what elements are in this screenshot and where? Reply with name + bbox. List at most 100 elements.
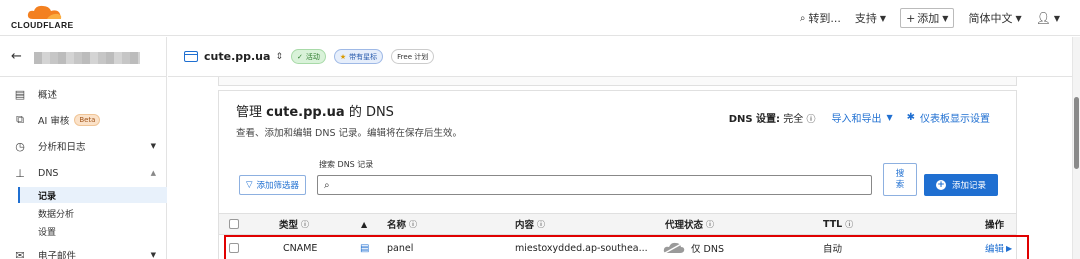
edit-record-link[interactable]: 编辑 ▶	[985, 236, 1012, 259]
column-proxy-status[interactable]: 代理状态 ⓘ	[665, 214, 714, 234]
gear-icon: ✱	[906, 112, 915, 123]
subitem-label: 设置	[38, 227, 57, 238]
top-bar: CLOUDFLARE ⌕ 转到... 支持 ▼ + 添加 ▼ 简体中文 ▼ 👤︎…	[0, 0, 1080, 36]
title-prefix: 管理	[236, 105, 263, 120]
sidebar-item-dns[interactable]: ⊥ DNS ▲	[0, 161, 167, 185]
info-icon: ⓘ	[845, 219, 854, 229]
search-label: 搜索 DNS 记录	[319, 160, 374, 169]
domain-switcher-icon[interactable]: ⇕	[275, 52, 283, 62]
star-icon: ★	[339, 52, 347, 61]
search-field[interactable]: ⌕	[317, 175, 872, 195]
sidebar-item-analytics[interactable]: ◷ 分析和日志 ▼	[0, 134, 167, 158]
browser-window-icon	[184, 51, 198, 62]
document-icon: ▤	[14, 87, 26, 101]
record-content: miestoxydded.ap-southea...	[515, 242, 648, 254]
scrollbar-thumb[interactable]	[1074, 97, 1079, 169]
support-label: 支持	[854, 12, 877, 25]
column-type[interactable]: 类型 ⓘ	[279, 214, 309, 234]
account-back-row[interactable]: ←	[0, 37, 167, 77]
sidebar-subitem-records[interactable]: 记录	[18, 187, 167, 203]
sidebar-item-ai-audit[interactable]: ⧉ AI 审核 Beta	[0, 108, 167, 132]
plus-icon: +	[906, 11, 916, 25]
row-checkbox[interactable]	[229, 236, 239, 259]
add-filter-label: 添加筛选器	[256, 181, 300, 191]
add-record-button[interactable]: + 添加记录	[924, 174, 998, 196]
language-menu[interactable]: 简体中文 ▼	[968, 10, 1021, 26]
caret-down-icon: ▼	[150, 251, 156, 259]
column-ttl[interactable]: TTL ⓘ	[823, 214, 853, 234]
caret-right-icon: ▶	[1006, 243, 1013, 253]
caret-up-icon: ▲	[150, 169, 156, 177]
dashboard-settings-label: 仪表板显示设置	[920, 114, 990, 125]
sidebar-item-label: 电子邮件	[38, 251, 77, 259]
column-label: 内容	[515, 220, 535, 231]
previous-card-edge	[218, 77, 1017, 86]
column-content[interactable]: 内容 ⓘ	[515, 214, 545, 234]
column-label: 操作	[985, 220, 1005, 231]
account-name-blurred	[34, 52, 140, 64]
filter-icon: ▽	[246, 180, 253, 190]
sidebar: ← ▤ 概述 ⧉ AI 审核 Beta ◷ 分析和日志 ▼ ⊥ DNS ▲ 记录…	[0, 37, 167, 259]
comment-icon[interactable]: ▤	[360, 236, 369, 259]
goto-button[interactable]: ⌕ 转到...	[800, 10, 841, 26]
table-row[interactable]: CNAME ▤ panel miestoxydded.ap-southea...…	[219, 236, 1016, 259]
user-menu[interactable]: 👤︎ ▼	[1036, 11, 1060, 25]
select-all-checkbox[interactable]	[229, 214, 239, 234]
card-title: 管理 cute.pp.ua 的 DNS	[236, 101, 394, 120]
sidebar-item-label: AI 审核	[38, 116, 70, 127]
user-icon: 👤︎	[1035, 11, 1051, 25]
check-icon: ✓	[296, 52, 303, 61]
record-type: CNAME	[283, 242, 318, 254]
caret-down-icon: ▼	[886, 113, 893, 122]
add-filter-button[interactable]: ▽ 添加筛选器	[239, 175, 307, 195]
column-label: TTL	[823, 218, 843, 230]
info-icon: ⓘ	[806, 115, 816, 125]
caret-down-icon: ▼	[879, 13, 887, 23]
search-icon: ⌕	[324, 179, 330, 191]
proxy-status: 仅 DNS	[663, 236, 724, 259]
record-ttl: 自动	[823, 244, 843, 255]
email-icon: ✉	[15, 248, 25, 259]
caret-down-icon: ▼	[150, 142, 156, 150]
sidebar-subitem-settings[interactable]: 设置	[18, 223, 167, 239]
logo-wordmark: CLOUDFLARE	[11, 20, 74, 30]
add-menu-button[interactable]: + 添加 ▼	[900, 8, 955, 28]
dashboard-display-settings[interactable]: ✱ 仪表板显示设置	[907, 110, 990, 125]
sidebar-item-email[interactable]: ✉ 电子邮件 ▼	[0, 243, 167, 259]
info-icon: ⓘ	[537, 219, 546, 229]
analytics-icon: ◷	[15, 139, 25, 153]
sidebar-item-label: 分析和日志	[38, 142, 86, 153]
column-label: 名称	[387, 220, 407, 231]
title-domain: cute.pp.ua	[266, 105, 345, 120]
domain-name[interactable]: cute.pp.ua	[204, 50, 270, 63]
ai-audit-icon: ⧉	[16, 113, 24, 126]
subitem-label: 记录	[38, 191, 57, 202]
caret-down-icon: ▼	[1053, 13, 1060, 23]
sidebar-item-overview[interactable]: ▤ 概述	[0, 82, 167, 106]
dns-settings[interactable]: DNS 设置: 完全 ⓘ	[729, 110, 816, 125]
sort-ascending-icon[interactable]: ▲	[361, 214, 367, 234]
search-button[interactable]: 搜索	[883, 163, 917, 196]
cloud-logo-icon	[27, 5, 62, 19]
title-suffix: 的 DNS	[348, 105, 394, 120]
plan-badge: Free 计划	[391, 49, 435, 64]
search-input[interactable]	[333, 177, 871, 193]
caret-down-icon: ▼	[1015, 13, 1022, 23]
cloudflare-logo[interactable]: CLOUDFLARE	[11, 4, 81, 32]
language-label: 简体中文	[968, 12, 1013, 25]
page-scrollbar[interactable]	[1072, 37, 1080, 259]
subitem-label: 数据分析	[38, 209, 75, 220]
column-name[interactable]: 名称 ⓘ	[387, 214, 417, 234]
card-subtitle: 查看、添加和编辑 DNS 记录。编辑将在保存后生效。	[236, 128, 462, 139]
star-badge[interactable]: ★ 带有星标	[333, 49, 384, 64]
dns-records-card: 管理 cute.pp.ua 的 DNS 查看、添加和编辑 DNS 记录。编辑将在…	[218, 90, 1017, 259]
sidebar-subitem-analytics[interactable]: 数据分析	[18, 205, 167, 221]
plus-circle-icon: +	[935, 180, 946, 190]
back-arrow-icon[interactable]: ←	[11, 49, 22, 64]
support-menu[interactable]: 支持 ▼	[855, 10, 886, 26]
status-badge-label: 活动	[305, 52, 320, 61]
import-export-menu[interactable]: 导入和导出 ▼	[831, 110, 892, 125]
table-header: 类型 ⓘ ▲ 名称 ⓘ 内容 ⓘ 代理状态 ⓘ TTL ⓘ 操作	[219, 213, 1016, 235]
import-export-label: 导入和导出	[831, 114, 882, 125]
star-badge-label: 带有星标	[349, 52, 378, 61]
